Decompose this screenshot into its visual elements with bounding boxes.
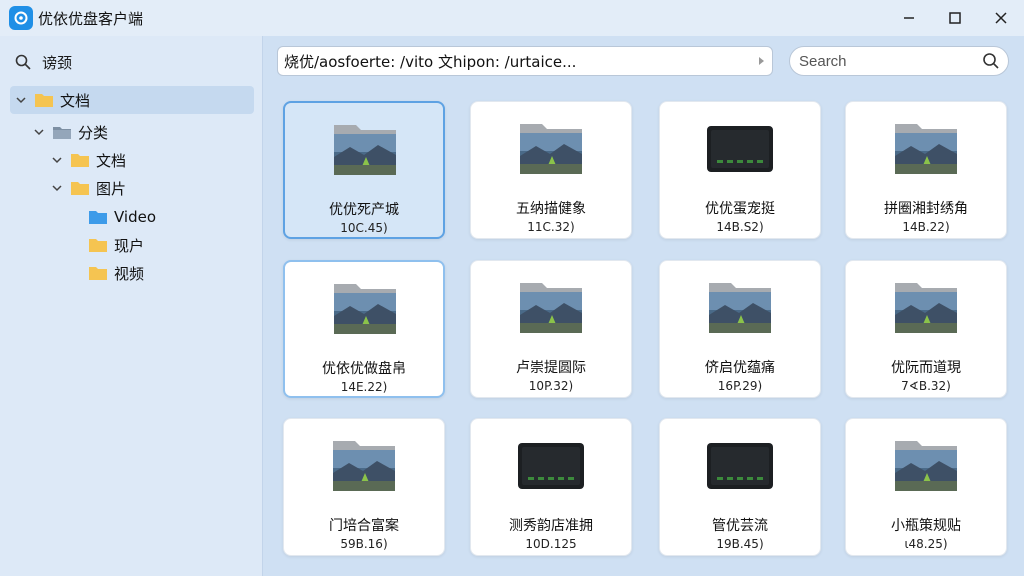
file-size: 7∢B.32)	[901, 379, 951, 393]
file-name: 门培合富案	[329, 518, 399, 534]
device-thumbnail-icon	[705, 120, 775, 178]
chevron-down-icon[interactable]	[32, 125, 46, 139]
file-card[interactable]: 管优芸流 19B.45)	[659, 418, 821, 556]
folder-photo-thumbnail-icon	[705, 279, 775, 337]
minimize-icon	[904, 17, 914, 19]
file-size: 14B.22)	[902, 220, 950, 234]
sidebar-item-label: 现户	[114, 236, 145, 255]
main-pane: 烧优/aosfoerte: /vito 文hipon: /urtaice... …	[262, 36, 1024, 576]
folder-icon	[70, 180, 90, 196]
sidebar-search-label: 谤颈	[42, 53, 73, 72]
file-card[interactable]: 优优死产城 10C.45)	[283, 101, 445, 239]
app-window: 优依优盘客户端 谤颈 文档 分类 文档 图片 Video 现户 视频 烧优/aosfoert…	[0, 0, 1024, 576]
sidebar-item[interactable]: 文档	[50, 146, 126, 174]
path-arrow-icon[interactable]	[750, 56, 772, 66]
device-thumbnail-icon	[516, 437, 586, 495]
file-name: 优优死产城	[329, 202, 399, 218]
address-bar[interactable]: 烧优/aosfoerte: /vito 文hipon: /urtaice...	[277, 46, 773, 76]
folder-icon	[88, 265, 108, 281]
folder-photo-thumbnail-icon	[330, 121, 400, 179]
file-card[interactable]: 优依优做盘帛 14E.22)	[283, 260, 445, 398]
file-name: 管优芸流	[712, 518, 768, 534]
folder-blue-icon	[88, 209, 108, 225]
search-input[interactable]	[799, 52, 969, 70]
file-card[interactable]: 优优蛋宠挺 14B.S2)	[659, 101, 821, 239]
file-size: 16P.29)	[717, 379, 763, 393]
file-name: 侪启优蕴痛	[705, 360, 775, 376]
folder-photo-thumbnail-icon	[516, 279, 586, 337]
sidebar-item[interactable]: 文档	[10, 86, 254, 114]
file-name: 优优蛋宠挺	[705, 201, 775, 217]
file-name: 优阮而道現	[891, 360, 961, 376]
file-size: 10C.45)	[340, 221, 388, 235]
folder-photo-thumbnail-icon	[891, 120, 961, 178]
sidebar-item-label: 文档	[60, 91, 91, 110]
folder-photo-thumbnail-icon	[891, 437, 961, 495]
close-icon	[995, 12, 1007, 24]
sidebar-item[interactable]: 分类	[32, 118, 108, 146]
file-card[interactable]: 门培合富案 59B.16)	[283, 418, 445, 556]
file-name: 五纳描健象	[516, 201, 586, 217]
sidebar-item-label: 图片	[96, 179, 127, 198]
file-card[interactable]: 侪启优蕴痛 16P.29)	[659, 260, 821, 398]
file-size: 14B.S2)	[716, 220, 764, 234]
folder-icon	[88, 237, 108, 253]
sidebar-item-label: 分类	[78, 123, 109, 142]
sidebar-item[interactable]: Video	[68, 203, 156, 231]
file-size: 11C.32)	[527, 220, 575, 234]
file-size: 14E.22)	[340, 380, 388, 394]
file-name: 小瓶策规贴	[891, 518, 961, 534]
folder-icon	[70, 152, 90, 168]
minimize-button[interactable]	[886, 4, 932, 32]
file-card[interactable]: 五纳描健象 11C.32)	[470, 101, 632, 239]
sidebar-item-label: 文档	[96, 151, 127, 170]
title-bar: 优依优盘客户端	[0, 0, 1024, 36]
file-name: 测秀韵店准拥	[509, 518, 593, 534]
folder-photo-thumbnail-icon	[330, 280, 400, 338]
file-name: 拼圈湘封绣角	[884, 201, 968, 217]
file-name: 优依优做盘帛	[322, 361, 406, 377]
file-size: 59B.16)	[340, 537, 388, 551]
folder-icon	[34, 92, 54, 108]
maximize-button[interactable]	[932, 4, 978, 32]
search-icon[interactable]	[982, 52, 1000, 74]
sidebar-search[interactable]: 谤颈	[14, 50, 72, 74]
folder-photo-thumbnail-icon	[329, 437, 399, 495]
file-card[interactable]: 测秀韵店准拥 10D.125	[470, 418, 632, 556]
sidebar-item-label: 视频	[114, 264, 145, 283]
sidebar-item[interactable]: 现户	[68, 231, 144, 259]
file-name: 卢崇提圆际	[516, 360, 586, 376]
search-icon	[15, 54, 31, 70]
sidebar: 谤颈 文档 分类 文档 图片 Video 现户 视频	[0, 36, 262, 576]
sidebar-item[interactable]: 视频	[68, 259, 144, 287]
folder-photo-thumbnail-icon	[516, 120, 586, 178]
file-card[interactable]: 拼圈湘封绣角 14B.22)	[845, 101, 1007, 239]
chevron-down-icon[interactable]	[50, 181, 64, 195]
file-size: ι48.25)	[904, 537, 948, 551]
app-title: 优依优盘客户端	[38, 10, 144, 28]
file-card[interactable]: 卢崇提圆际 10P.32)	[470, 260, 632, 398]
file-size: 10D.125	[525, 537, 577, 551]
device-thumbnail-icon	[705, 437, 775, 495]
chevron-down-icon[interactable]	[14, 93, 28, 107]
app-logo-icon	[9, 6, 33, 30]
address-path: 烧优/aosfoerte: /vito 文hipon: /urtaice...	[284, 52, 577, 71]
maximize-icon	[949, 12, 961, 24]
drive-icon	[52, 124, 72, 140]
file-card[interactable]: 小瓶策规贴 ι48.25)	[845, 418, 1007, 556]
folder-photo-thumbnail-icon	[891, 279, 961, 337]
close-button[interactable]	[978, 4, 1024, 32]
search-box[interactable]	[789, 46, 1009, 76]
file-size: 19B.45)	[716, 537, 764, 551]
sidebar-item-label: Video	[114, 208, 157, 226]
chevron-down-icon[interactable]	[50, 153, 64, 167]
sidebar-item[interactable]: 图片	[50, 174, 126, 202]
file-card[interactable]: 优阮而道現 7∢B.32)	[845, 260, 1007, 398]
file-size: 10P.32)	[528, 379, 574, 393]
